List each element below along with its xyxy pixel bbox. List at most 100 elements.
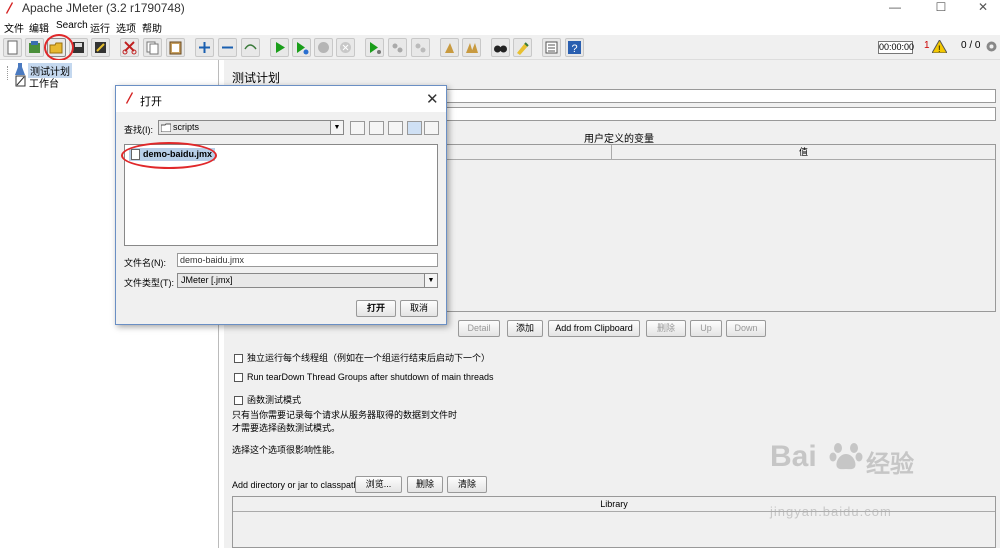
classpath-delete-button[interactable]: 删除 bbox=[407, 476, 443, 493]
performance-note: 选择这个选项很影响性能。 bbox=[232, 445, 341, 455]
functional-note-line-2: 才需要选择函数测试模式。 bbox=[232, 423, 341, 433]
functional-note-line-1: 只有当你需要记录每个请求从服务器取得的数据到文件时 bbox=[232, 410, 458, 420]
window-title: Apache JMeter (3.2 r1790748) bbox=[22, 1, 185, 15]
browse-button[interactable]: 浏览... bbox=[355, 476, 402, 493]
classpath-clear-button[interactable]: 清除 bbox=[447, 476, 487, 493]
filename-input[interactable]: demo-baidu.jmx bbox=[177, 253, 438, 267]
help-icon[interactable]: ? bbox=[565, 38, 584, 57]
chevron-down-icon[interactable]: ▼ bbox=[424, 274, 437, 287]
expand-icon[interactable] bbox=[195, 38, 214, 57]
jmeter-feather-icon bbox=[6, 2, 13, 14]
delete-button[interactable]: 删除 bbox=[646, 320, 686, 337]
file-highlight-circle bbox=[121, 142, 217, 169]
add-from-clipboard-button[interactable]: Add from Clipboard bbox=[548, 320, 640, 337]
watermark-brand-2: 经验 bbox=[866, 451, 914, 478]
serialize-threadgroups-checkbox[interactable]: 独立运行每个线程组（例如在一个组运行结束后启动下一个） bbox=[234, 351, 490, 364]
function-helper-icon[interactable] bbox=[542, 38, 561, 57]
menu-options[interactable]: 选项 bbox=[116, 20, 136, 35]
filename-label: 文件名(N): bbox=[124, 258, 166, 268]
up-button[interactable]: Up bbox=[690, 320, 722, 337]
svg-text:?: ? bbox=[572, 43, 578, 55]
cancel-button[interactable]: 取消 bbox=[400, 300, 438, 317]
start-icon[interactable] bbox=[270, 38, 289, 57]
window-titlebar: Apache JMeter (3.2 r1790748) — ☐ ✕ bbox=[0, 0, 1000, 17]
close-button[interactable]: ✕ bbox=[968, 0, 998, 14]
serialize-threadgroups-label: 独立运行每个线程组（例如在一个组运行结束后启动下一个） bbox=[247, 353, 491, 363]
watermark-brand: Bai bbox=[770, 440, 817, 473]
menu-search[interactable]: Search bbox=[56, 20, 88, 31]
look-in-combo[interactable]: scripts ▼ bbox=[158, 120, 344, 135]
menu-help[interactable]: 帮助 bbox=[142, 20, 162, 35]
new-folder-icon[interactable] bbox=[388, 121, 403, 135]
open-highlight-circle bbox=[44, 34, 74, 61]
toggle-icon[interactable] bbox=[241, 38, 260, 57]
functional-mode-checkbox[interactable]: 函数测试模式 bbox=[234, 393, 301, 406]
tree-item-workbench[interactable]: 工作台 bbox=[29, 75, 59, 90]
jmeter-feather-icon bbox=[126, 92, 133, 104]
look-in-value: scripts bbox=[173, 122, 200, 132]
user-vars-label: 用户定义的变量 bbox=[584, 134, 654, 145]
functional-note: 只有当你需要记录每个请求从服务器取得的数据到文件时 才需要选择函数测试模式。 bbox=[232, 409, 457, 435]
dialog-close-icon[interactable]: ✕ bbox=[426, 90, 439, 108]
toolbar: ? 00:00:00 1 ! 0 / 0 bbox=[0, 34, 1000, 61]
look-in-label: 查找(I): bbox=[124, 125, 153, 135]
clear-all-icon[interactable] bbox=[462, 38, 481, 57]
comments-field[interactable] bbox=[446, 107, 996, 121]
add-button[interactable]: 添加 bbox=[507, 320, 543, 337]
stop-icon[interactable] bbox=[314, 38, 333, 57]
menu-file[interactable]: 文件 bbox=[4, 20, 24, 35]
name-field[interactable] bbox=[446, 89, 996, 103]
functional-mode-label: 函数测试模式 bbox=[247, 395, 302, 405]
templates-icon[interactable] bbox=[25, 38, 44, 57]
watermark-url: jingyan.baidu.com bbox=[770, 504, 892, 519]
dialog-title: 打开 bbox=[140, 96, 162, 108]
home-folder-icon[interactable] bbox=[369, 121, 384, 135]
start-no-pause-icon[interactable] bbox=[292, 38, 311, 57]
down-button[interactable]: Down bbox=[726, 320, 766, 337]
copy-icon[interactable] bbox=[143, 38, 162, 57]
teardown-checkbox[interactable]: Run tearDown Thread Groups after shutdow… bbox=[234, 372, 494, 383]
save-as-icon[interactable] bbox=[91, 38, 110, 57]
cut-icon[interactable] bbox=[120, 38, 139, 57]
remote-stop-icon[interactable] bbox=[388, 38, 407, 57]
chevron-down-icon[interactable]: ▼ bbox=[330, 121, 343, 134]
svg-text:!: ! bbox=[938, 44, 941, 53]
search-binoculars-icon[interactable] bbox=[491, 38, 510, 57]
menu-bar: 文件 编辑 Search 运行 选项 帮助 bbox=[0, 17, 1000, 35]
list-view-icon[interactable] bbox=[407, 121, 422, 135]
teardown-label: Run tearDown Thread Groups after shutdow… bbox=[247, 372, 494, 382]
filetype-value: JMeter [.jmx] bbox=[181, 275, 233, 285]
classpath-label: Add directory or jar to classpath bbox=[232, 480, 359, 490]
baidu-paw-icon bbox=[829, 443, 863, 470]
page-title: 测试计划 bbox=[232, 71, 281, 85]
up-folder-icon[interactable] bbox=[350, 121, 365, 135]
gear-icon[interactable] bbox=[985, 40, 998, 53]
warning-icon[interactable]: ! bbox=[932, 40, 947, 53]
new-icon[interactable] bbox=[3, 38, 22, 57]
tree-line bbox=[7, 66, 8, 80]
menu-edit[interactable]: 编辑 bbox=[29, 20, 49, 35]
paste-icon[interactable] bbox=[166, 38, 185, 57]
open-file-dialog: 打开 ✕ 查找(I): scripts ▼ demo-baidu.jmx 文件名… bbox=[115, 85, 447, 325]
open-button[interactable]: 打开 bbox=[356, 300, 396, 317]
test-plan-icon bbox=[15, 63, 25, 75]
details-view-icon[interactable] bbox=[424, 121, 439, 135]
minimize-button[interactable]: — bbox=[880, 0, 910, 14]
active-threads: 0 / 0 bbox=[961, 40, 981, 51]
clear-icon[interactable] bbox=[440, 38, 459, 57]
shutdown-icon[interactable] bbox=[336, 38, 355, 57]
elapsed-timer: 00:00:00 bbox=[878, 41, 915, 54]
maximize-button[interactable]: ☐ bbox=[926, 0, 956, 14]
detail-button[interactable]: Detail bbox=[458, 320, 500, 337]
remote-exit-icon[interactable] bbox=[411, 38, 430, 57]
reset-search-icon[interactable] bbox=[513, 38, 532, 57]
menu-run[interactable]: 运行 bbox=[90, 20, 110, 35]
workbench-icon bbox=[15, 75, 26, 87]
filetype-combo[interactable]: JMeter [.jmx] ▼ bbox=[177, 273, 438, 288]
value-column-header: 值 bbox=[611, 145, 995, 160]
dialog-titlebar: 打开 ✕ bbox=[116, 86, 446, 112]
folder-icon bbox=[161, 123, 171, 132]
warning-count: 1 bbox=[924, 40, 930, 51]
collapse-icon[interactable] bbox=[218, 38, 237, 57]
remote-start-icon[interactable] bbox=[365, 38, 384, 57]
